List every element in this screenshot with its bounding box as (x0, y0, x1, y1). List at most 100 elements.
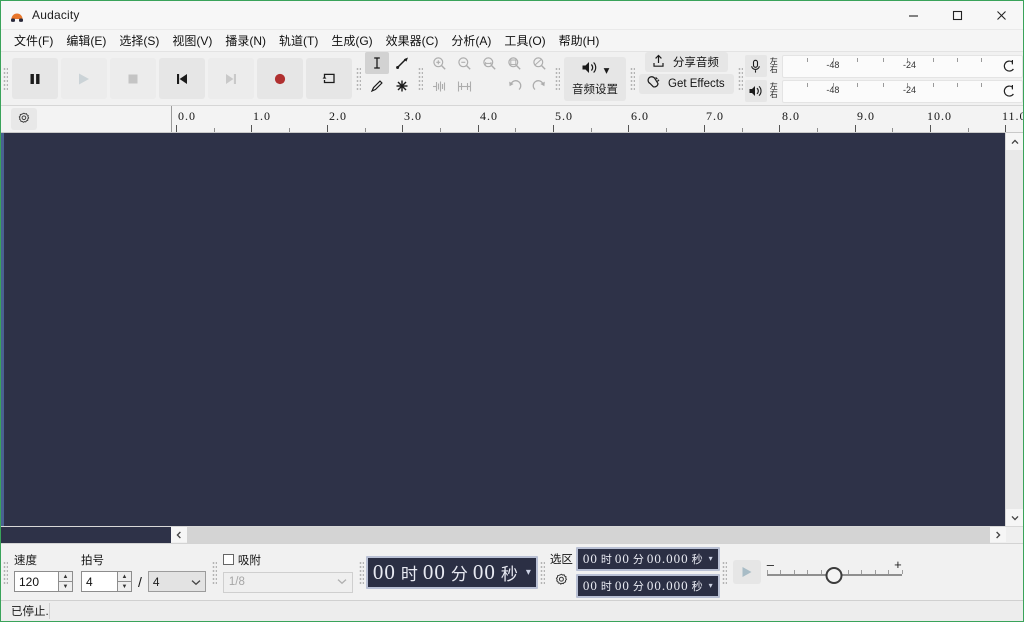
meter-toolbar-grip[interactable] (736, 52, 745, 105)
status-message: 已停止. (1, 603, 49, 619)
tempo-input[interactable] (14, 571, 58, 592)
recording-meter-bar[interactable]: -48 -24 (782, 55, 1023, 78)
fit-project-icon[interactable] (527, 52, 551, 74)
time-signature-upper-increment-button[interactable]: ▲ (117, 571, 132, 581)
snapping-toolbar-grip[interactable] (210, 561, 219, 584)
zoom-selection-icon[interactable] (477, 52, 501, 74)
time-signature-lower-value: 4 (153, 575, 160, 589)
menu-generate[interactable]: 生成(G) (325, 30, 379, 51)
tools-toolbar-grip[interactable] (354, 52, 363, 105)
scroll-down-arrow-icon[interactable] (1006, 509, 1023, 526)
title-bar: Audacity (1, 1, 1023, 30)
redo-icon[interactable] (527, 75, 551, 97)
minimize-button[interactable] (891, 2, 935, 29)
audio-position-display[interactable]: 00 时 00 分 00 秒 ▾ (366, 556, 538, 589)
microphone-icon[interactable] (745, 55, 767, 77)
play-speed-slider-thumb[interactable] (826, 567, 843, 584)
time-signature-upper-input[interactable] (81, 571, 117, 592)
close-button[interactable] (979, 2, 1023, 29)
menu-transport[interactable]: 播录(N) (219, 30, 273, 51)
audio-position-toolbar-grip[interactable] (357, 561, 366, 584)
maximize-button[interactable] (935, 2, 979, 29)
edit-toolbar-grip[interactable] (416, 52, 425, 105)
share-audio-button[interactable]: 分享音频 (645, 52, 728, 72)
menu-tracks[interactable]: 轨道(T) (273, 30, 325, 51)
envelope-tool-icon[interactable] (390, 52, 414, 74)
vertical-scrollbar-track[interactable] (1006, 150, 1023, 509)
recording-meter-toolbar[interactable]: 左 右 -48 -24 (745, 55, 1023, 78)
transport-toolbar-grip[interactable] (1, 52, 10, 105)
menu-help[interactable]: 帮助(H) (553, 30, 607, 51)
undo-icon[interactable] (502, 75, 526, 97)
selection-tool-icon[interactable] (365, 52, 389, 74)
skip-to-start-button[interactable] (159, 58, 205, 99)
speaker-wave-icon[interactable] (745, 80, 767, 102)
audio-position-format-caret-icon[interactable]: ▾ (526, 567, 531, 578)
menu-effect[interactable]: 效果器(C) (380, 30, 446, 51)
play-speed-slider[interactable]: – + (767, 561, 902, 583)
audio-position-minutes: 00 (423, 560, 446, 585)
scroll-up-arrow-icon[interactable] (1006, 133, 1023, 150)
play-button[interactable] (61, 58, 107, 99)
playback-meter-clip-indicator-icon (1002, 84, 1016, 103)
share-toolbar-grip[interactable] (628, 52, 637, 105)
audio-setup-button[interactable]: ▾ 音频设置 (564, 57, 626, 101)
horizontal-scrollbar-track[interactable] (187, 527, 990, 543)
tempo-decrement-button[interactable]: ▼ (58, 581, 73, 592)
playback-meter-right-label: 右 (770, 91, 778, 100)
selection-end-format-caret-icon[interactable]: ▾ (709, 581, 713, 590)
selection-start-display[interactable]: 00 时 00 分 00.000 秒 ▾ (576, 547, 720, 571)
time-signature-toolbar-grip[interactable] (1, 561, 10, 584)
status-bar-divider (49, 603, 50, 619)
pause-button[interactable] (12, 58, 58, 99)
audio-setup-toolbar-grip[interactable] (553, 52, 562, 105)
multi-tool-icon[interactable] (390, 75, 414, 97)
silence-audio-icon[interactable] (452, 75, 476, 97)
stop-button[interactable] (110, 58, 156, 99)
snap-checkbox[interactable] (223, 554, 234, 565)
playback-meter-toolbar[interactable]: 左 右 -48 -24 (745, 80, 1023, 103)
play-at-speed-button[interactable] (733, 560, 761, 584)
draw-tool-icon[interactable] (365, 75, 389, 97)
selection-toolbar-grip[interactable] (538, 561, 547, 584)
tempo-stepper[interactable]: ▲ ▼ (14, 571, 73, 592)
tempo-increment-button[interactable]: ▲ (58, 571, 73, 581)
edit-toolbar (425, 52, 553, 105)
track-canvas[interactable] (1, 133, 1005, 526)
share-toolbar: 分享音频 Get Effects (637, 52, 736, 105)
play-speed-toolbar-grip[interactable] (720, 561, 729, 584)
get-effects-button[interactable]: Get Effects (639, 74, 734, 94)
menu-tools[interactable]: 工具(O) (498, 30, 552, 51)
menu-analyze[interactable]: 分析(A) (445, 30, 498, 51)
timeline-options-gear-icon[interactable] (11, 108, 37, 130)
time-signature-upper-decrement-button[interactable]: ▼ (117, 581, 132, 592)
vertical-scrollbar[interactable] (1005, 133, 1023, 526)
zoom-in-icon[interactable] (427, 52, 451, 74)
record-button[interactable] (257, 58, 303, 99)
scroll-left-arrow-icon[interactable] (171, 527, 187, 542)
menu-select[interactable]: 选择(S) (113, 30, 166, 51)
menu-edit[interactable]: 编辑(E) (60, 30, 113, 51)
audacity-window: Audacity 文件(F) 编辑(E) 选择(S) 视图(V) 播录(N) 轨… (0, 0, 1024, 622)
zoom-out-icon[interactable] (452, 52, 476, 74)
time-signature-upper-stepper[interactable]: ▲ ▼ (81, 571, 132, 592)
skip-to-end-button[interactable] (208, 58, 254, 99)
playback-meter-bar[interactable]: -48 -24 (782, 80, 1023, 103)
snap-value-select[interactable]: 1/8 (223, 572, 353, 593)
snap-toggle-row[interactable]: 吸附 (223, 552, 353, 568)
timeline-row: 0.0 1.0 2.0 3.0 4.0 5.0 6.0 7.0 8.0 9.0 … (1, 106, 1023, 133)
timeline-ruler[interactable]: 0.0 1.0 2.0 3.0 4.0 5.0 6.0 7.0 8.0 9.0 … (172, 106, 1023, 132)
selection-end-display[interactable]: 00 时 00 分 00.000 秒 ▾ (576, 574, 720, 598)
fit-selection-icon[interactable] (502, 52, 526, 74)
menu-view[interactable]: 视图(V) (166, 30, 219, 51)
menu-file[interactable]: 文件(F) (8, 30, 60, 51)
selection-start-format-caret-icon[interactable]: ▾ (709, 554, 713, 563)
time-signature-lower-select[interactable]: 4 (148, 571, 206, 592)
loop-button[interactable] (306, 58, 352, 99)
scroll-right-arrow-icon[interactable] (990, 527, 1006, 542)
horizontal-scrollbar-row (1, 526, 1023, 543)
timeline-left-panel (1, 106, 172, 132)
transport-toolbar (10, 52, 354, 105)
trim-audio-icon[interactable] (427, 75, 451, 97)
selection-options-gear-icon[interactable] (554, 573, 569, 593)
